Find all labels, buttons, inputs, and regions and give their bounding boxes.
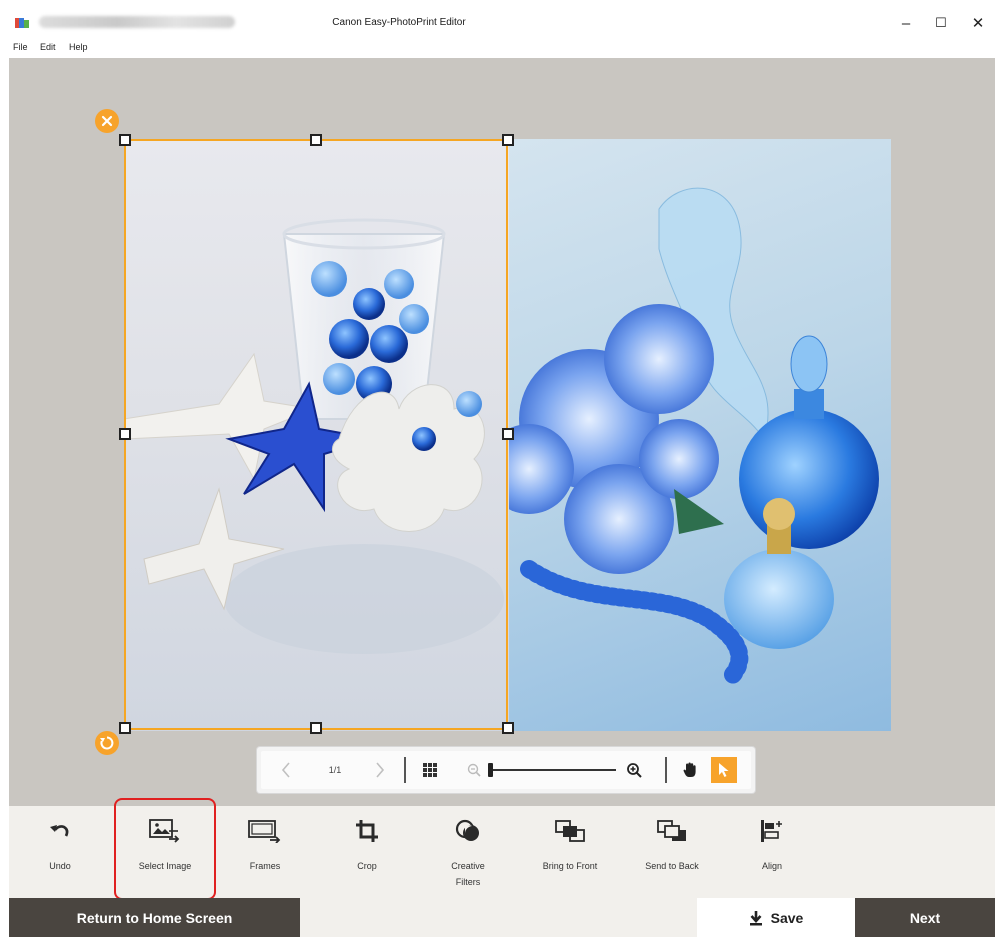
- toolbar-divider: [402, 747, 408, 793]
- resize-handle-top[interactable]: [310, 134, 322, 146]
- zoom-out-icon[interactable]: [463, 747, 485, 793]
- bring-to-front-icon: [525, 818, 615, 844]
- select-image-highlight: [114, 798, 216, 900]
- selection-frame: [124, 139, 508, 730]
- undo-button[interactable]: Undo: [15, 806, 105, 898]
- next-button[interactable]: Next: [855, 898, 995, 937]
- photo-right[interactable]: [509, 139, 891, 731]
- zoom-in-icon[interactable]: [623, 747, 645, 793]
- creative-filters-button[interactable]: Creative Filters: [423, 806, 513, 898]
- grid-icon[interactable]: [417, 747, 443, 793]
- title-bar: Canon Easy-PhotoPrint Editor – ☐ ✕: [9, 9, 995, 37]
- chevron-left-icon[interactable]: [271, 747, 301, 793]
- frames-label: Frames: [249, 861, 281, 871]
- download-icon: [749, 910, 762, 925]
- resize-handle-left[interactable]: [119, 428, 131, 440]
- resize-handle-bottom-right[interactable]: [502, 722, 514, 734]
- align-button[interactable]: Align: [727, 806, 817, 898]
- page-navigation-toolbar: 1/1: [257, 747, 755, 793]
- resize-handle-top-left[interactable]: [119, 134, 131, 146]
- app-window: Canon Easy-PhotoPrint Editor – ☐ ✕ File …: [9, 9, 995, 937]
- crop-icon: [322, 818, 412, 844]
- resize-handle-bottom-left[interactable]: [119, 722, 131, 734]
- editor-canvas: 1/1: [9, 58, 995, 806]
- save-button[interactable]: Save: [697, 898, 855, 937]
- bottom-action-bar: Return to Home Screen Save Next: [9, 898, 995, 937]
- resize-handle-bottom[interactable]: [310, 722, 322, 734]
- zoom-slider-thumb[interactable]: [488, 763, 493, 777]
- zoom-slider[interactable]: [487, 747, 617, 793]
- frames-icon: [220, 818, 310, 844]
- save-label: Save: [770, 909, 804, 926]
- bring-to-front-label: Bring to Front: [542, 861, 598, 871]
- align-label: Align: [761, 861, 782, 871]
- close-icon: [101, 115, 113, 127]
- align-icon: [727, 818, 817, 844]
- close-button[interactable]: ✕: [964, 13, 992, 33]
- maximize-button[interactable]: ☐: [927, 13, 955, 33]
- chevron-right-icon[interactable]: [365, 747, 395, 793]
- menu-edit[interactable]: Edit: [40, 42, 56, 52]
- creative-filters-label: Creative Filters: [451, 861, 485, 887]
- bring-to-front-button[interactable]: Bring to Front: [525, 806, 615, 898]
- rotate-element-button[interactable]: [95, 731, 119, 755]
- creative-filters-icon: [423, 818, 513, 844]
- resize-handle-top-right[interactable]: [502, 134, 514, 146]
- rotate-icon: [100, 736, 114, 750]
- pointer-icon: [711, 757, 737, 783]
- send-to-back-button[interactable]: Send to Back: [627, 806, 717, 898]
- crop-label: Crop: [357, 861, 377, 871]
- toolbar-divider-2: [663, 747, 669, 793]
- menu-file[interactable]: File: [13, 42, 28, 52]
- photo-right-image: [509, 187, 879, 688]
- minimize-button[interactable]: –: [892, 13, 920, 33]
- crop-button[interactable]: Crop: [322, 806, 412, 898]
- delete-element-button[interactable]: [95, 109, 119, 133]
- undo-label: Undo: [49, 861, 71, 871]
- frames-button[interactable]: Frames: [220, 806, 310, 898]
- undo-icon: [15, 818, 105, 844]
- menu-help[interactable]: Help: [69, 42, 88, 52]
- send-to-back-icon: [627, 818, 717, 844]
- hand-icon[interactable]: [677, 747, 703, 793]
- page-indicator: 1/1: [328, 765, 342, 775]
- send-to-back-label: Send to Back: [645, 861, 699, 871]
- resize-handle-right[interactable]: [502, 428, 514, 440]
- pointer-tool-button[interactable]: [709, 747, 739, 793]
- window-title: Canon Easy-PhotoPrint Editor: [332, 17, 466, 28]
- return-to-home-button[interactable]: Return to Home Screen: [9, 898, 300, 937]
